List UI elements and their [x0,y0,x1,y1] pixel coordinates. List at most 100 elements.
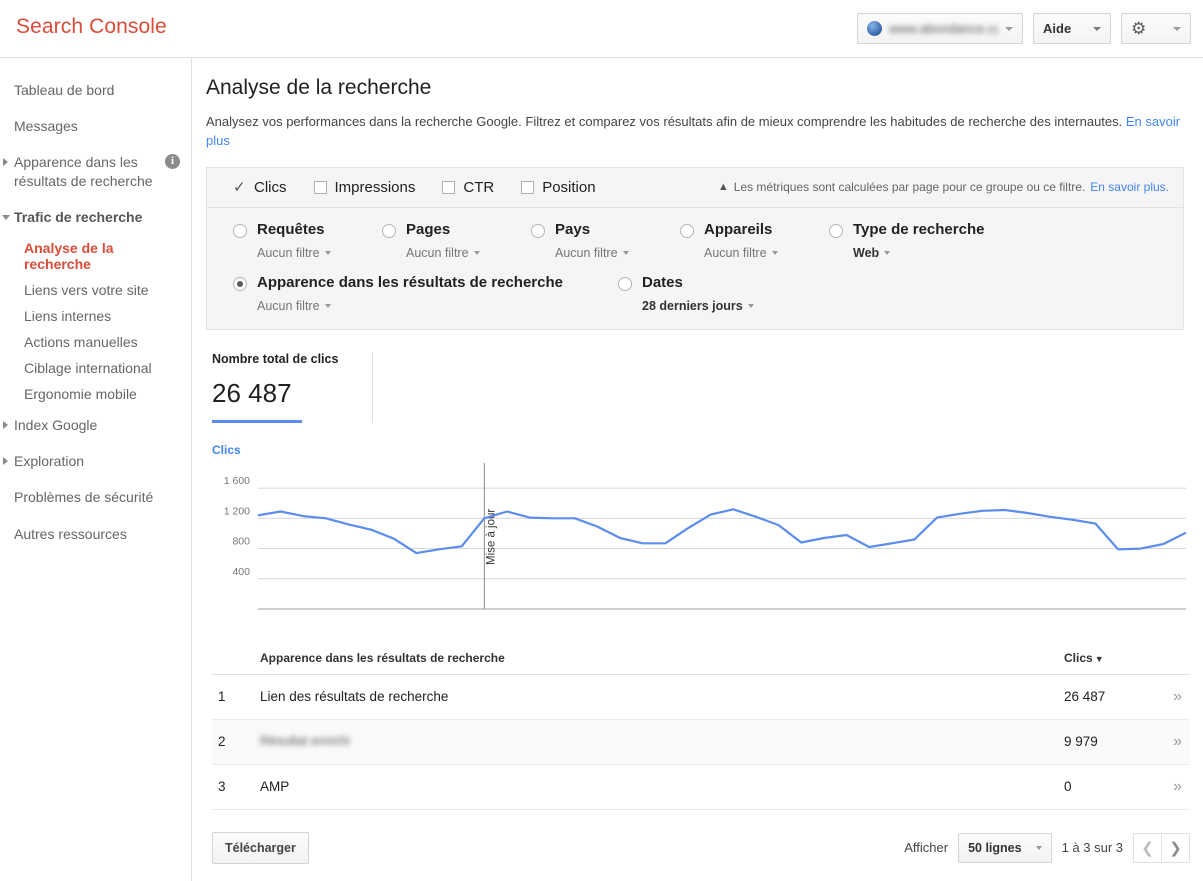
radio-icon [233,223,247,238]
dimension-requetes[interactable]: Requêtes Aucun filtre [233,221,382,260]
top-bar-actions: www.abondance.com Aide ⚙ [857,13,1191,44]
dimension-dates[interactable]: Dates 28 derniers jours [618,274,754,313]
dimensions-row-2: Apparence dans les résultats de recherch… [233,274,1183,313]
sidebar-item-search-analytics[interactable]: Analyse de la recherche [0,235,191,277]
sidebar-item-other-resources[interactable]: Autres ressources [0,516,191,552]
sidebar-subitem-label: Ergonomie mobile [24,385,137,402]
help-button-label: Aide [1043,21,1072,36]
chart-svg: 4008001 2001 600Mise à jour [224,462,1187,610]
chart-legend: Clics [212,442,241,457]
metric-checkbox-position[interactable]: Position [521,179,596,196]
row-expand-button[interactable]: » [1150,719,1190,765]
dimension-filter-dropdown[interactable]: Web [853,246,984,260]
sidebar-subitem-label: Analyse de la recherche [24,239,114,272]
sidebar-item-search-traffic[interactable]: Trafic de recherche [0,199,191,235]
chart-y-tick-label: 1 600 [224,475,250,487]
row-clicks: 0 [1064,764,1150,810]
table-header-row: Apparence dans les résultats de recherch… [212,642,1190,675]
metric-label: Clics [254,178,287,196]
help-button[interactable]: Aide [1033,13,1111,44]
sidebar-item-links-to-your-site[interactable]: Liens vers votre site [0,277,191,303]
metrics-note-link[interactable]: En savoir plus. [1090,180,1169,194]
sidebar-item-internal-links[interactable]: Liens internes [0,303,191,329]
dimension-label: Type de recherche [853,220,985,238]
sidebar-item-messages[interactable]: Messages [0,108,191,144]
row-name: AMP [260,764,1064,810]
metric-checkbox-impressions[interactable]: Impressions [313,179,415,196]
table-col-clicks[interactable]: Clics ▼ [1064,642,1150,675]
total-clicks-label: Nombre total de clics [212,351,339,366]
rows-per-page-select[interactable]: 50 lignes [958,832,1052,863]
chart-y-tick-label: 1 200 [224,505,250,517]
table-row[interactable]: 2 Résultat enrichi 9 979 » [212,719,1190,765]
sidebar-item-manual-actions[interactable]: Actions manuelles [0,329,191,355]
chart-container: Clics 400 800 1 200 1 600 Mise à jour [206,443,1187,623]
dimension-filter-dropdown[interactable]: Aucun filtre [257,246,331,260]
dimension-label: Dates [642,273,683,291]
dimension-appareils[interactable]: Appareils Aucun filtre [680,221,829,260]
sidebar-item-mobile-usability[interactable]: Ergonomie mobile [0,381,191,407]
sidebar-item-dashboard[interactable]: Tableau de bord [0,72,191,108]
dimension-filter-dropdown[interactable]: Aucun filtre [406,246,480,260]
sidebar-item-label: Problèmes de sécurité [14,489,154,506]
dimension-label: Apparence dans les résultats de recherch… [257,273,563,291]
table-row[interactable]: 3 AMP 0 » [212,764,1190,810]
sidebar-subitem-label: Liens vers votre site [24,281,149,298]
next-page-button[interactable]: ❯ [1161,832,1190,863]
dimensions: Requêtes Aucun filtre Pages Aucun filtre… [207,208,1183,329]
row-expand-button[interactable]: » [1150,764,1190,810]
row-expand-button[interactable]: » [1150,674,1190,720]
metrics-row: ✓ Clics Impressions CTR Position ▲ Les m… [207,168,1183,208]
metrics-note-text: Les métriques sont calculées par page po… [733,180,1086,195]
globe-icon [867,21,882,36]
dimension-filter-label: Aucun filtre [406,245,469,260]
dimension-filter-dropdown[interactable]: Aucun filtre [555,246,629,260]
download-button[interactable]: Télécharger [212,831,309,864]
site-selector-value: www.abondance.com [889,21,998,36]
dimension-filter-label: Aucun filtre [257,245,320,260]
info-icon[interactable]: i [165,154,180,170]
chevron-down-icon [1173,26,1181,31]
filter-panel: ✓ Clics Impressions CTR Position ▲ Les m… [206,166,1184,330]
table-col-dimension[interactable]: Apparence dans les résultats de recherch… [260,642,1064,675]
chevron-right-icon [3,457,8,466]
warning-icon: ▲ [717,181,729,194]
site-selector[interactable]: www.abondance.com [857,13,1023,44]
dimension-filter-dropdown[interactable]: Aucun filtre [257,299,563,313]
sidebar-item-crawl[interactable]: Exploration [0,443,191,479]
show-label: Afficher [904,840,949,856]
chevron-down-icon [771,250,778,255]
sidebar-item-international-targeting[interactable]: Ciblage international [0,355,191,381]
clicks-line-chart[interactable]: 400 800 1 200 1 600 Mise à jour [212,462,1190,623]
sidebar-item-search-appearance[interactable]: Apparence dans les résultats de recherch… [0,144,191,198]
date-range-dropdown[interactable]: 28 derniers jours [642,299,754,313]
sidebar-item-google-index[interactable]: Index Google [0,407,191,443]
sidebar-item-label: Tableau de bord [14,82,115,98]
table-row[interactable]: 1 Lien des résultats de recherche 26 487… [212,674,1190,720]
dimension-filter-dropdown[interactable]: Aucun filtre [704,246,778,260]
dimension-pages[interactable]: Pages Aucun filtre [382,221,531,260]
pagination: Afficher 50 lignes 1 à 3 sur 3 ❮ ❯ [904,832,1190,863]
sidebar-item-label: Exploration [14,453,85,470]
metric-checkbox-clics[interactable]: ✓ Clics [233,179,287,196]
settings-button[interactable]: ⚙ [1121,13,1191,44]
dimension-label: Pays [555,220,591,238]
dimension-apparence-resultats[interactable]: Apparence dans les résultats de recherch… [233,274,618,313]
prev-page-button[interactable]: ❮ [1133,832,1162,863]
checkbox-icon [521,180,535,194]
sidebar-item-label: Messages [14,118,78,135]
sidebar-item-security-issues[interactable]: Problèmes de sécurité [0,479,191,515]
page-description-text: Analysez vos performances dans la recher… [206,114,1123,129]
metric-label: CTR [463,178,495,196]
dimension-filter-label: Aucun filtre [704,245,767,260]
total-clicks-value: 26 487 [212,377,292,408]
sort-desc-icon: ▼ [1094,653,1104,664]
checkbox-icon [313,180,327,194]
app-brand[interactable]: Search Console [16,15,167,39]
sidebar-item-label: Apparence dans les résultats de recherch… [14,154,153,189]
row-index: 3 [212,764,260,810]
metric-checkbox-ctr[interactable]: CTR [442,179,494,196]
dimension-pays[interactable]: Pays Aucun filtre [531,221,680,260]
metrics-note: ▲ Les métriques sont calculées par page … [718,180,1169,194]
dimension-type-de-recherche[interactable]: Type de recherche Web [829,221,984,260]
